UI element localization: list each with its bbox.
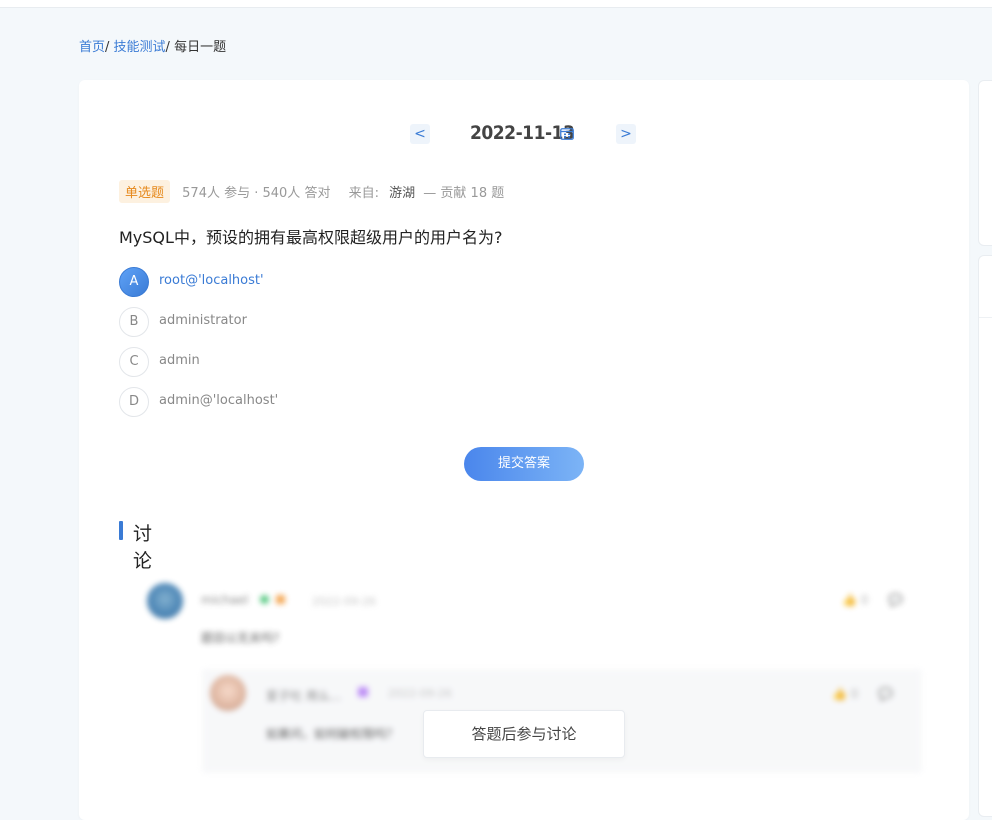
option-letter: D <box>119 387 149 417</box>
reply-text: 如果问，如何破权限吗？ <box>266 727 399 741</box>
submit-answer-button[interactable]: 提交答案 <box>464 447 584 481</box>
avatar <box>210 675 246 711</box>
option-b[interactable]: B administrator <box>119 307 419 337</box>
discussion-title: 讨论 <box>133 523 153 572</box>
comment-text: 题目以无关吗? <box>201 631 280 645</box>
comment-username: michael <box>201 593 249 607</box>
breadcrumb: 首页/ 技能测试/ 每日一题 <box>79 36 226 55</box>
comment-time: 2022-09-26 <box>312 595 376 608</box>
side-panel-bottom <box>978 255 992 817</box>
question-meta: 单选题 574人 参与 · 540人 答对 来自: 游湖 — 贡献 18 题 <box>119 180 505 203</box>
role-badge-icon <box>358 687 368 697</box>
section-accent-bar <box>119 521 123 540</box>
contribution-count: — 贡献 18 题 <box>423 186 505 201</box>
breadcrumb-current: 每日一题 <box>174 40 227 55</box>
breadcrumb-category[interactable]: 技能测试 <box>114 40 166 55</box>
breadcrumb-separator: / <box>165 40 175 55</box>
join-discussion-button[interactable]: 答题后参与讨论 <box>423 710 625 758</box>
reply-username: 爱子吐 用么... <box>266 689 342 703</box>
option-label: admin@'localhost' <box>159 393 279 408</box>
option-a[interactable]: A root@'localhost' <box>119 267 419 297</box>
date-navigator: < 2022-11-13 > <box>410 120 636 150</box>
option-d[interactable]: D admin@'localhost' <box>119 387 419 417</box>
side-panel-top <box>978 80 992 246</box>
role-badge-icon <box>276 595 285 604</box>
like-count: 0 <box>860 593 869 607</box>
calendar-icon[interactable] <box>560 127 574 140</box>
option-label: administrator <box>159 313 247 328</box>
option-label: admin <box>159 353 200 368</box>
discussion-list-blurred: michael 2022-09-26 👍 0 💬 题目以无关吗? 爱子吐 用么.… <box>134 573 929 803</box>
next-day-button[interactable]: > <box>616 124 636 144</box>
question-type-badge: 单选题 <box>119 180 171 203</box>
previous-day-button[interactable]: < <box>410 124 430 144</box>
reply-icon: 💬 <box>888 593 904 607</box>
top-bar <box>0 0 992 8</box>
comment-actions: 👍 0 💬 <box>842 593 903 607</box>
current-date: 2022-11-13 <box>470 122 575 144</box>
question-text: MySQL中，预设的拥有最高权限超级用户的用户名为? <box>119 228 503 247</box>
divider <box>979 317 992 318</box>
participation-stats: 574人 参与 · 540人 答对 <box>182 186 331 201</box>
avatar <box>147 583 183 619</box>
option-letter: A <box>119 267 149 297</box>
source-label: 来自: <box>348 186 379 201</box>
breadcrumb-separator: / <box>105 40 114 55</box>
breadcrumb-home[interactable]: 首页 <box>79 40 105 55</box>
reply-time: 2022-09-26 <box>388 687 452 700</box>
thumbs-up-icon: 👍 <box>832 687 847 701</box>
option-letter: C <box>119 347 149 377</box>
reply-actions: 👍 0 💬 <box>832 687 893 701</box>
option-label: root@'localhost' <box>159 273 264 288</box>
option-letter: B <box>119 307 149 337</box>
author-name[interactable]: 游湖 <box>389 186 415 201</box>
option-c[interactable]: C admin <box>119 347 419 377</box>
thumbs-up-icon: 👍 <box>842 593 857 607</box>
level-badge-icon <box>260 595 269 604</box>
like-count: 0 <box>850 687 859 701</box>
reply-icon: 💬 <box>878 687 894 701</box>
